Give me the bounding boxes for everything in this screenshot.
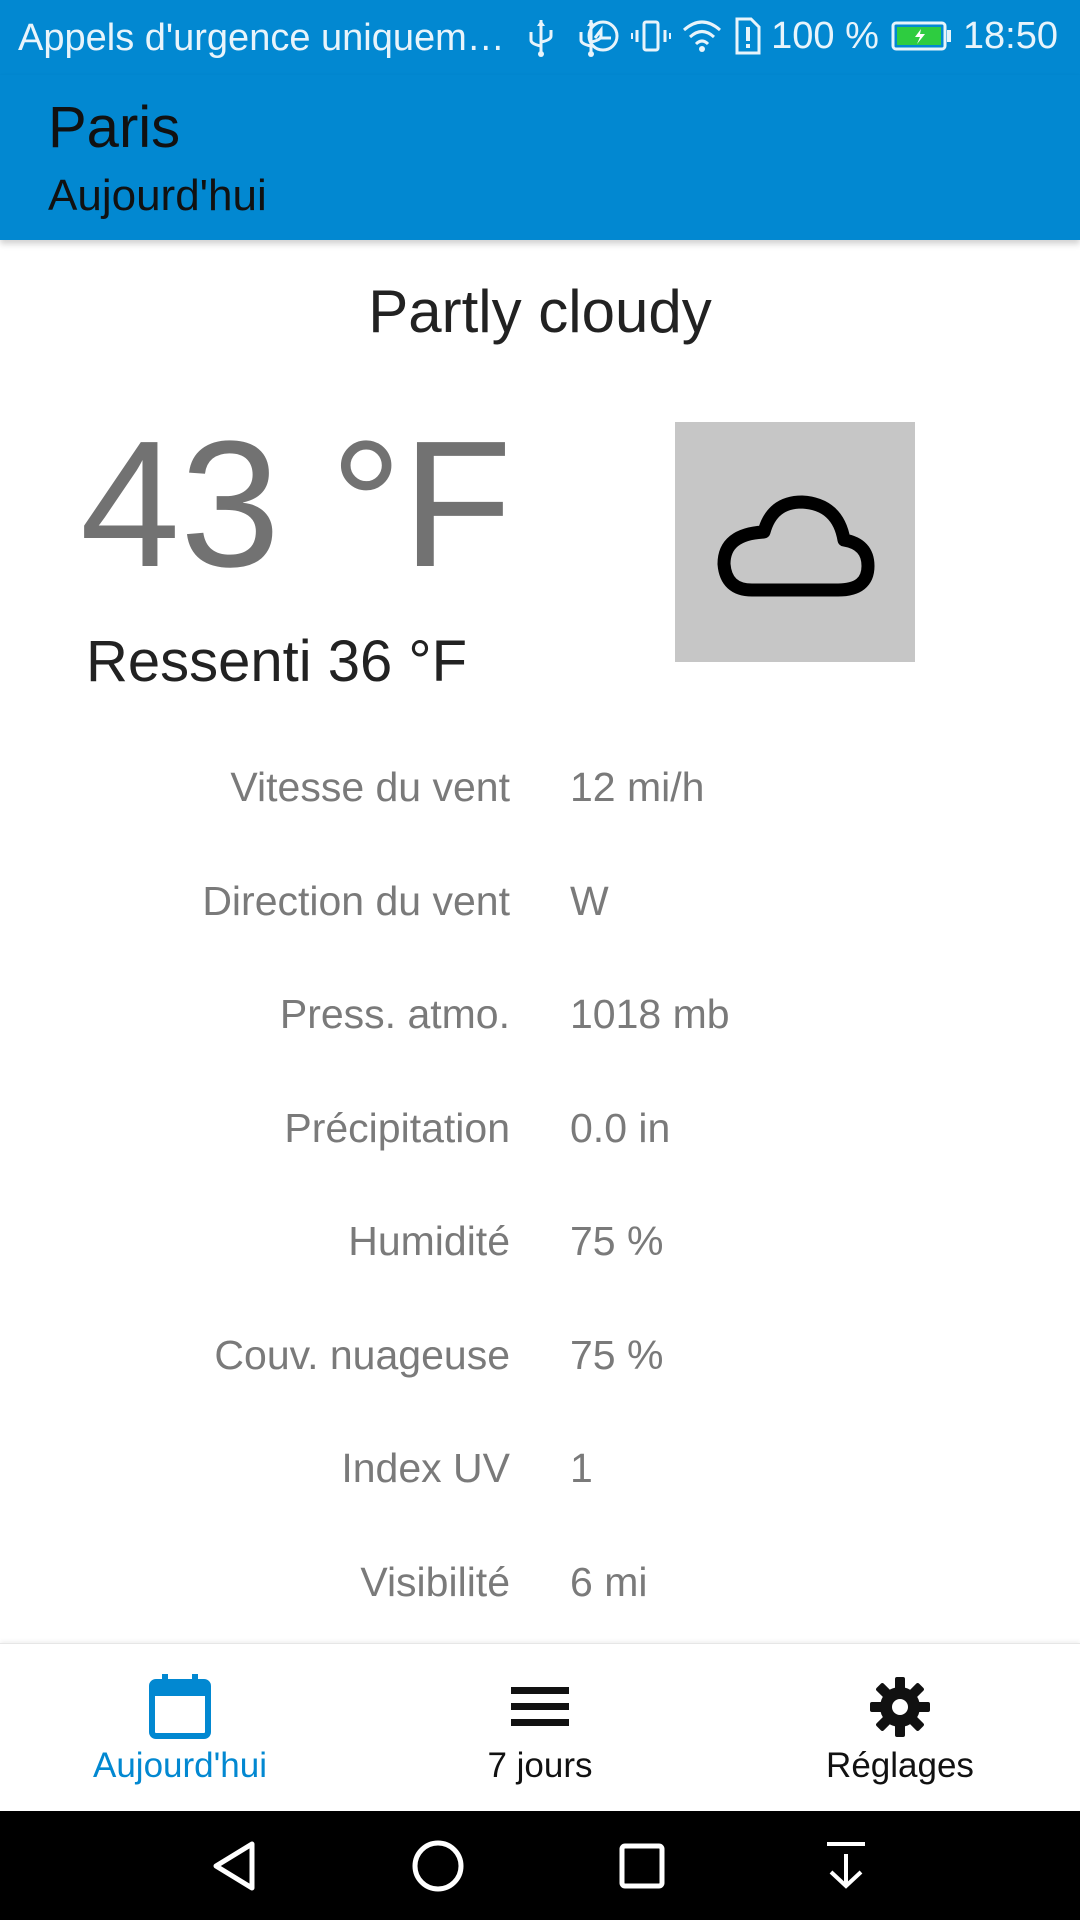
status-bar: Appels d'urgence uniquem… 100 % 18:50 (0, 0, 1080, 75)
status-right: 100 % 18:50 (585, 14, 1058, 58)
bottom-navigation: Aujourd'hui 7 jours Réglages (0, 1643, 1080, 1811)
detail-value: 1 (570, 1445, 593, 1491)
detail-row-wind-direction: Direction du vent W (0, 864, 1080, 978)
detail-label: Direction du vent (202, 877, 510, 924)
weather-condition: Partly cloudy (368, 278, 712, 345)
usb-icon (529, 20, 553, 57)
recents-icon (619, 1843, 665, 1889)
data-saver-icon (587, 20, 619, 52)
detail-row-visibility: Visibilité 6 mi (0, 1545, 1080, 1659)
nav-icon-wrapper (360, 1674, 720, 1740)
weather-details: Vitesse du vent 12 mi/h Direction du ven… (0, 750, 1080, 1658)
gear-icon (870, 1677, 930, 1737)
cloud-icon (717, 495, 875, 597)
nav-label: Aujourd'hui (92, 1746, 268, 1785)
battery-percent: 100 % (771, 14, 879, 57)
weather-icon-box (675, 422, 915, 662)
back-icon (213, 1841, 255, 1891)
carrier-text: Appels d'urgence uniquem… (18, 16, 505, 59)
back-button[interactable] (201, 1833, 267, 1899)
vibrate-icon (631, 20, 672, 52)
detail-label: Humidité (348, 1218, 510, 1264)
detail-row-humidity: Humidité 75 % (0, 1204, 1080, 1318)
weather-app-screen: Appels d'urgence uniquem… 100 % 18:50 Pa… (0, 0, 1080, 1920)
home-button[interactable] (405, 1833, 471, 1899)
detail-row-pressure: Press. atmo. 1018 mb (0, 977, 1080, 1091)
clock: 18:50 (962, 14, 1058, 57)
detail-value: 0.0 in (570, 1104, 671, 1151)
detail-row-uv-index: Index UV 1 (0, 1431, 1080, 1545)
list-icon (511, 1687, 569, 1726)
feels-like-temperature: Ressenti 36 °F (86, 629, 468, 694)
home-icon (412, 1840, 464, 1892)
detail-value: 6 mi (570, 1558, 648, 1605)
system-navigation-bar (0, 1811, 1080, 1920)
detail-value: 75 % (570, 1331, 664, 1378)
recents-button[interactable] (609, 1833, 675, 1899)
notification-pulldown-button[interactable] (813, 1833, 879, 1899)
nav-item-today[interactable]: Aujourd'hui (0, 1644, 360, 1812)
pull-down-icon (827, 1842, 865, 1889)
detail-value: W (570, 877, 609, 924)
nav-item-7-days[interactable]: 7 jours (360, 1644, 720, 1812)
nav-icon-wrapper (720, 1674, 1080, 1740)
detail-value: 75 % (570, 1218, 664, 1264)
detail-label: Visibilité (360, 1558, 510, 1605)
no-sim-alert-icon (735, 17, 761, 55)
wifi-icon (683, 20, 722, 52)
detail-label: Précipitation (284, 1104, 510, 1151)
detail-label: Couv. nuageuse (214, 1331, 510, 1378)
detail-row-cloud-cover: Couv. nuageuse 75 % (0, 1318, 1080, 1432)
status-left: Appels d'urgence uniquem… (18, 16, 605, 60)
nav-label: Réglages (826, 1746, 974, 1785)
detail-label: Vitesse du vent (230, 764, 510, 810)
detail-row-precipitation: Précipitation 0.0 in (0, 1091, 1080, 1205)
detail-value: 1018 mb (570, 991, 730, 1037)
current-temperature: 43 °F (80, 404, 513, 605)
calendar-icon (149, 1674, 211, 1739)
app-bar: Paris Aujourd'hui (0, 75, 1080, 240)
detail-value: 12 mi/h (570, 764, 705, 810)
battery-icon (891, 21, 951, 51)
page-subtitle: Aujourd'hui (48, 171, 267, 220)
city-title: Paris (48, 95, 181, 160)
detail-label: Index UV (341, 1445, 510, 1491)
nav-icon-wrapper (0, 1674, 360, 1740)
nav-label: 7 jours (487, 1746, 593, 1785)
detail-row-wind-speed: Vitesse du vent 12 mi/h (0, 750, 1080, 864)
detail-label: Press. atmo. (279, 991, 510, 1037)
nav-item-settings[interactable]: Réglages (720, 1644, 1080, 1812)
